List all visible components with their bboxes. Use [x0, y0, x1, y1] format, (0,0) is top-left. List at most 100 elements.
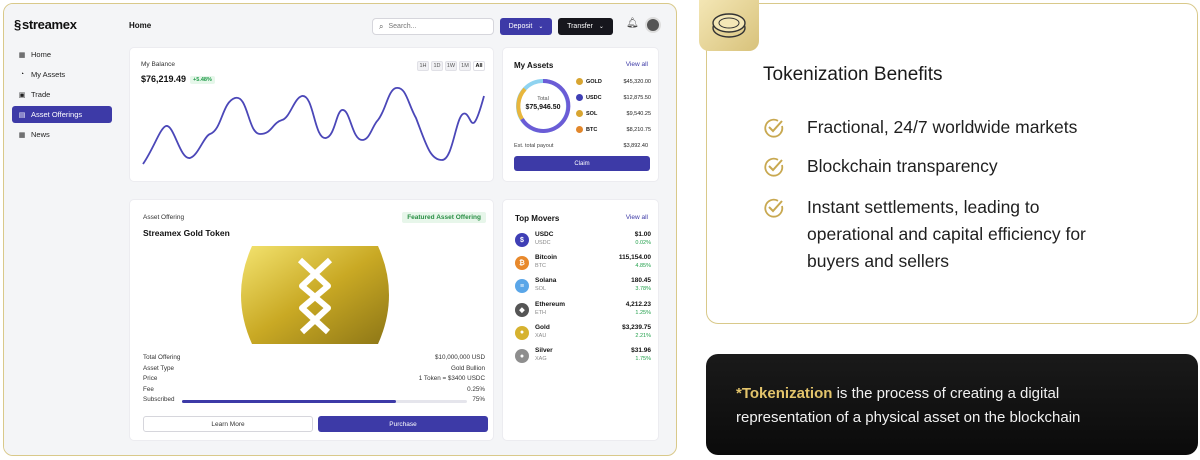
mover-price: $1.00 — [634, 231, 651, 238]
mover-row[interactable]: ≡ Solana SOL 180.45 3.78% — [515, 277, 651, 297]
movers-view-all-link[interactable]: View all — [626, 214, 648, 221]
app-window: §streamex ▦ Home ◔ My Assets ▣ Trade ▤ Asset Of… — [3, 3, 677, 456]
mover-price: 115,154.00 — [618, 254, 651, 262]
asset-row: GOLD $45,320.00 — [576, 78, 651, 85]
asset-value: $9,540.25 — [626, 110, 651, 117]
document-icon: ▤ — [18, 111, 26, 119]
sidebar-nav: ▦ Home ◔ My Assets ▣ Trade ▤ Asset Offerings ▦ Ne… — [12, 46, 112, 146]
subscribed-progress — [182, 400, 467, 403]
sidebar-item-label: Asset Offerings — [31, 110, 83, 119]
note-line-1-rest: is the process of creating a digital — [832, 385, 1060, 402]
tokenization-note: *Tokenization is the process of creating… — [706, 354, 1198, 455]
transfer-button[interactable]: Transfer ⌄ — [558, 18, 613, 35]
btc-icon — [576, 126, 583, 133]
mover-change: 1.25% — [635, 309, 651, 316]
mover-row[interactable]: ◆ Ethereum ETH 4,212.23 1.25% — [515, 301, 651, 321]
usdc-icon: $ — [515, 233, 529, 247]
ethereum-icon: ◆ — [515, 302, 529, 317]
asset-row: USDC $12,875.50 — [576, 94, 651, 101]
brand-name: streamex — [21, 17, 77, 32]
offering-detail-row: Fee 0.25% — [143, 386, 485, 393]
asset-offering-card: Asset Offering Streamex Gold Token Featu… — [129, 199, 494, 441]
mover-row[interactable]: ● Silver XAG $31.96 1.75% — [515, 347, 651, 367]
balance-card: My Balance $76,219.49 +5.48% 1H 1D 1W 1M All — [129, 47, 494, 182]
mover-symbol: ETH — [535, 309, 546, 316]
my-assets-card: My Assets View all Total $75,946.50 GOLD… — [502, 47, 659, 182]
mover-name: Solana — [535, 277, 557, 285]
mover-row[interactable]: $ USDC USDC $1.00 0.02% — [515, 231, 651, 251]
learn-more-button[interactable]: Learn More — [143, 416, 313, 432]
detail-value: 1 Token = $3400 USDC — [418, 375, 485, 382]
sidebar-item-home[interactable]: ▦ Home — [12, 46, 112, 63]
sidebar-item-label: News — [31, 130, 50, 139]
news-icon: ▦ — [18, 131, 26, 139]
usdc-icon — [576, 94, 583, 101]
note-line-2: representation of a physical asset on th… — [736, 409, 1081, 426]
balance-line — [142, 87, 485, 165]
total-value: $75,946.50 — [525, 104, 561, 111]
offering-label: Asset Offering — [143, 214, 185, 221]
mover-symbol: XAG — [535, 356, 547, 362]
payout-value: $3,892.40 — [623, 143, 648, 149]
mover-row[interactable]: ● Gold XAU $3,239.75 2.21% — [515, 324, 651, 344]
mover-name: Silver — [535, 347, 553, 354]
sol-icon — [576, 110, 583, 117]
bitcoin-icon: ₿ — [515, 256, 529, 271]
sidebar-item-label: My Assets — [31, 70, 66, 79]
mover-price: 4,212.23 — [625, 300, 651, 308]
mover-row[interactable]: ₿ Bitcoin BTC 115,154.00 4.85% — [515, 254, 651, 274]
deposit-button[interactable]: Deposit ⌄ — [500, 18, 552, 35]
deposit-label: Deposit — [508, 23, 533, 30]
benefits-title: Tokenization Benefits — [763, 64, 943, 85]
note-highlight: *Tokenization — [736, 385, 833, 402]
asset-name: GOLD — [586, 78, 602, 85]
mover-change: 3.78% — [635, 286, 651, 293]
benefit-line: operational and capital efficiency for — [807, 224, 1086, 244]
sidebar-item-trade[interactable]: ▣ Trade — [12, 86, 112, 103]
claim-button[interactable]: Claim — [514, 156, 650, 171]
asset-value: $12,875.50 — [623, 94, 651, 101]
avatar[interactable] — [645, 17, 661, 33]
asset-name: USDC — [586, 94, 602, 101]
offering-detail-row: Total Offering $10,000,000 USD — [143, 354, 485, 361]
benefit-line: buyers and sellers — [807, 251, 950, 271]
benefit-text: Fractional, 24/7 worldwide markets — [807, 114, 1077, 147]
mover-change: 1.75% — [635, 356, 651, 362]
transfer-label: Transfer — [567, 23, 593, 30]
detail-value: 0.25% — [467, 385, 485, 393]
asset-row: BTC $8,210.75 — [576, 126, 651, 133]
gold-icon — [576, 78, 583, 85]
mover-change: 2.21% — [635, 332, 651, 339]
search-input[interactable]: ⌕ Search... — [372, 18, 494, 35]
bell-icon[interactable]: 🔔︎ — [626, 18, 639, 29]
total-label: Total — [537, 96, 549, 102]
benefit-item: Instant settlements, leading to operation… — [763, 194, 1086, 275]
balance-chart — [142, 87, 485, 165]
search-icon: ⌕ — [379, 21, 384, 31]
asset-value: $8,210.75 — [626, 126, 651, 133]
featured-badge: Featured Asset Offering — [402, 212, 486, 223]
brand-logo[interactable]: §streamex — [14, 17, 77, 32]
gold-token-image — [241, 246, 389, 344]
sidebar-item-asset-offerings[interactable]: ▤ Asset Offerings — [12, 106, 112, 123]
assets-view-all-link[interactable]: View all — [626, 61, 648, 68]
asset-name: SOL — [586, 110, 598, 117]
grid-icon: ▦ — [18, 51, 26, 59]
mover-symbol: USDC — [535, 240, 551, 246]
detail-value: Gold Bullion — [451, 364, 485, 372]
asset-value: $45,320.00 — [623, 78, 651, 85]
check-circle-icon — [763, 114, 807, 147]
sidebar-item-news[interactable]: ▦ News — [12, 126, 112, 143]
offering-name: Streamex Gold Token — [143, 228, 230, 238]
wallet-icon: ◔ — [19, 71, 25, 78]
payout-label: Est. total payout — [514, 143, 554, 149]
assets-title: My Assets — [514, 61, 554, 70]
purchase-button[interactable]: Purchase — [318, 416, 488, 432]
sidebar-item-my-assets[interactable]: ◔ My Assets — [12, 66, 112, 83]
mover-change: 4.85% — [635, 263, 651, 270]
benefit-text: Blockchain transparency — [807, 153, 998, 186]
coin-icon — [699, 0, 759, 51]
detail-key: Price — [143, 375, 158, 382]
check-circle-icon — [763, 153, 807, 186]
gold-icon: ● — [515, 325, 529, 340]
